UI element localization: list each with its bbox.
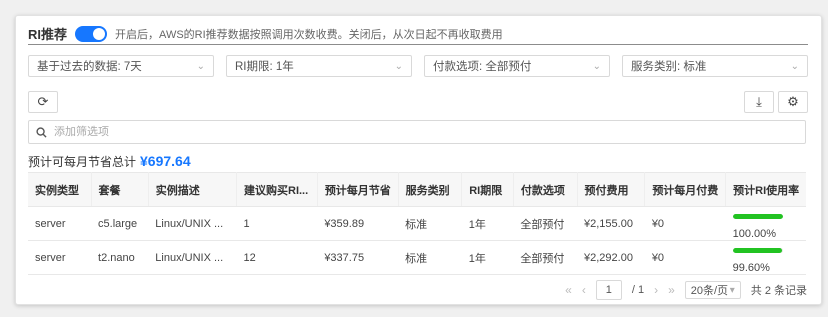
usage-progress-fill	[732, 248, 783, 253]
chevron-down-icon: ⌄	[394, 60, 403, 72]
filter-search-box[interactable]	[28, 120, 806, 144]
cell-instance-type: server	[28, 240, 92, 275]
col-recommended-qty[interactable]: 建议购买RI...	[236, 172, 318, 207]
search-input[interactable]	[52, 125, 756, 139]
ri-table: 实例类型 套餐 实例描述 建议购买RI... 预计每月节省 服务类别 RI期限 …	[28, 172, 806, 275]
cell-plan: c5.large	[91, 206, 149, 241]
total-savings-value: ¥697.64	[140, 153, 191, 169]
usage-progress-fill	[732, 214, 783, 219]
col-instance-desc[interactable]: 实例描述	[148, 172, 238, 207]
filter-label: 付款选项: 全部预付	[433, 61, 532, 73]
table-header-row: 实例类型 套餐 实例描述 建议购买RI... 预计每月节省 服务类别 RI期限 …	[28, 172, 806, 207]
cell-plan: t2.nano	[91, 240, 149, 275]
col-ri-usage[interactable]: 预计RI使用率	[725, 172, 806, 207]
chevron-down-icon: ⌄	[790, 60, 799, 72]
toggle-knob	[93, 27, 106, 40]
cell-upfront-cost: ¥2,292.00	[577, 240, 645, 275]
cell-monthly-saving: ¥359.89	[317, 206, 399, 241]
next-page-icon[interactable]: ›	[654, 283, 658, 297]
col-monthly-cost[interactable]: 预计每月付费	[644, 172, 727, 207]
cell-ri-term: 1年	[461, 240, 514, 275]
cell-upfront-cost: ¥2,155.00	[577, 206, 645, 241]
download-button[interactable]: ⤓	[744, 91, 774, 113]
usage-progress-bar	[732, 248, 783, 253]
filter-bar: 基于过去的数据: 7天 ⌄ RI期限: 1年 ⌄ 付款选项: 全部预付 ⌄ 服务类别:…	[28, 55, 808, 77]
cell-instance-desc: Linux/UNIX ...	[148, 240, 237, 275]
cell-instance-desc: Linux/UNIX ...	[148, 206, 237, 241]
panel-header: RI推荐 开启后，AWS的RI推荐数据按照调用次数收费。关闭后，从次日起不再收取…	[28, 24, 503, 43]
filter-ri-term[interactable]: RI期限: 1年 ⌄	[226, 55, 412, 77]
page-number-input[interactable]: 1	[595, 280, 622, 300]
cell-monthly-cost: ¥0	[644, 240, 726, 275]
col-upfront-cost[interactable]: 预付费用	[577, 172, 646, 207]
cell-service-class: 标准	[398, 240, 462, 275]
filter-payment-option[interactable]: 付款选项: 全部预付 ⌄	[424, 55, 610, 77]
cell-payment-option: 全部预付	[513, 240, 577, 275]
chevron-down-icon: ▾	[729, 284, 735, 296]
filter-label: 基于过去的数据: 7天	[37, 61, 142, 73]
refresh-icon: ⟳	[37, 94, 49, 109]
total-records: 共 2 条记录	[750, 285, 807, 297]
usage-progress-bar	[732, 214, 783, 219]
table-row: server t2.nano Linux/UNIX ... 12 ¥337.75…	[28, 240, 806, 275]
page-title: RI推荐	[28, 27, 68, 42]
ri-recommendation-panel: RI推荐 开启后，AWS的RI推荐数据按照调用次数收费。关闭后，从次日起不再收取…	[15, 15, 822, 305]
col-service-class[interactable]: 服务类别	[398, 172, 463, 207]
pagination: « ‹ 1 / 1 › » 20条/页 ▾ 共 2 条记录	[565, 280, 807, 300]
download-icon: ⤓	[756, 94, 762, 109]
usage-percent: 100.00%	[732, 228, 777, 240]
header-divider	[28, 44, 808, 45]
cell-instance-type: server	[28, 206, 92, 241]
refresh-button[interactable]: ⟳	[28, 91, 58, 113]
prev-page-icon[interactable]: ‹	[582, 283, 586, 297]
toggle-hint: 开启后，AWS的RI推荐数据按照调用次数收费。关闭后，从次日起不再收取费用	[115, 28, 503, 41]
total-savings: 预计可每月节省总计 ¥697.64	[28, 153, 191, 170]
col-plan[interactable]: 套餐	[91, 172, 149, 207]
total-savings-label: 预计可每月节省总计	[28, 155, 137, 169]
search-icon	[36, 126, 47, 138]
chevron-down-icon: ⌄	[196, 60, 205, 72]
table-row: server c5.large Linux/UNIX ... 1 ¥359.89…	[28, 206, 806, 241]
filter-service-class[interactable]: 服务类别: 标准 ⌄	[622, 55, 808, 77]
usage-percent: 99.60%	[732, 262, 770, 274]
cell-ri-usage: 100.00%	[725, 206, 806, 241]
cell-ri-usage: 99.60%	[725, 240, 806, 275]
settings-button[interactable]: ⚙	[778, 91, 808, 113]
ri-toggle-switch[interactable]	[75, 25, 108, 42]
col-payment-option[interactable]: 付款选项	[513, 172, 578, 207]
cell-recommended-qty: 1	[236, 206, 318, 241]
cell-ri-term: 1年	[461, 206, 514, 241]
col-ri-term[interactable]: RI期限	[461, 172, 514, 207]
col-monthly-saving[interactable]: 预计每月节省	[317, 172, 399, 207]
filter-label: RI期限: 1年	[235, 61, 294, 73]
cell-service-class: 标准	[398, 206, 462, 241]
page-size-select[interactable]: 20条/页 ▾	[684, 281, 741, 299]
cell-monthly-saving: ¥337.75	[317, 240, 399, 275]
last-page-icon[interactable]: »	[668, 283, 675, 297]
cell-payment-option: 全部预付	[513, 206, 577, 241]
page-size-label: 20条/页	[690, 285, 729, 297]
col-instance-type[interactable]: 实例类型	[28, 172, 92, 207]
cell-recommended-qty: 12	[236, 240, 318, 275]
first-page-icon[interactable]: «	[565, 283, 572, 297]
filter-label: 服务类别: 标准	[631, 61, 707, 73]
filter-lookback-period[interactable]: 基于过去的数据: 7天 ⌄	[28, 55, 214, 77]
gear-icon: ⚙	[787, 94, 799, 109]
cell-monthly-cost: ¥0	[644, 206, 726, 241]
total-pages: / 1	[631, 284, 645, 296]
chevron-down-icon: ⌄	[592, 60, 601, 72]
